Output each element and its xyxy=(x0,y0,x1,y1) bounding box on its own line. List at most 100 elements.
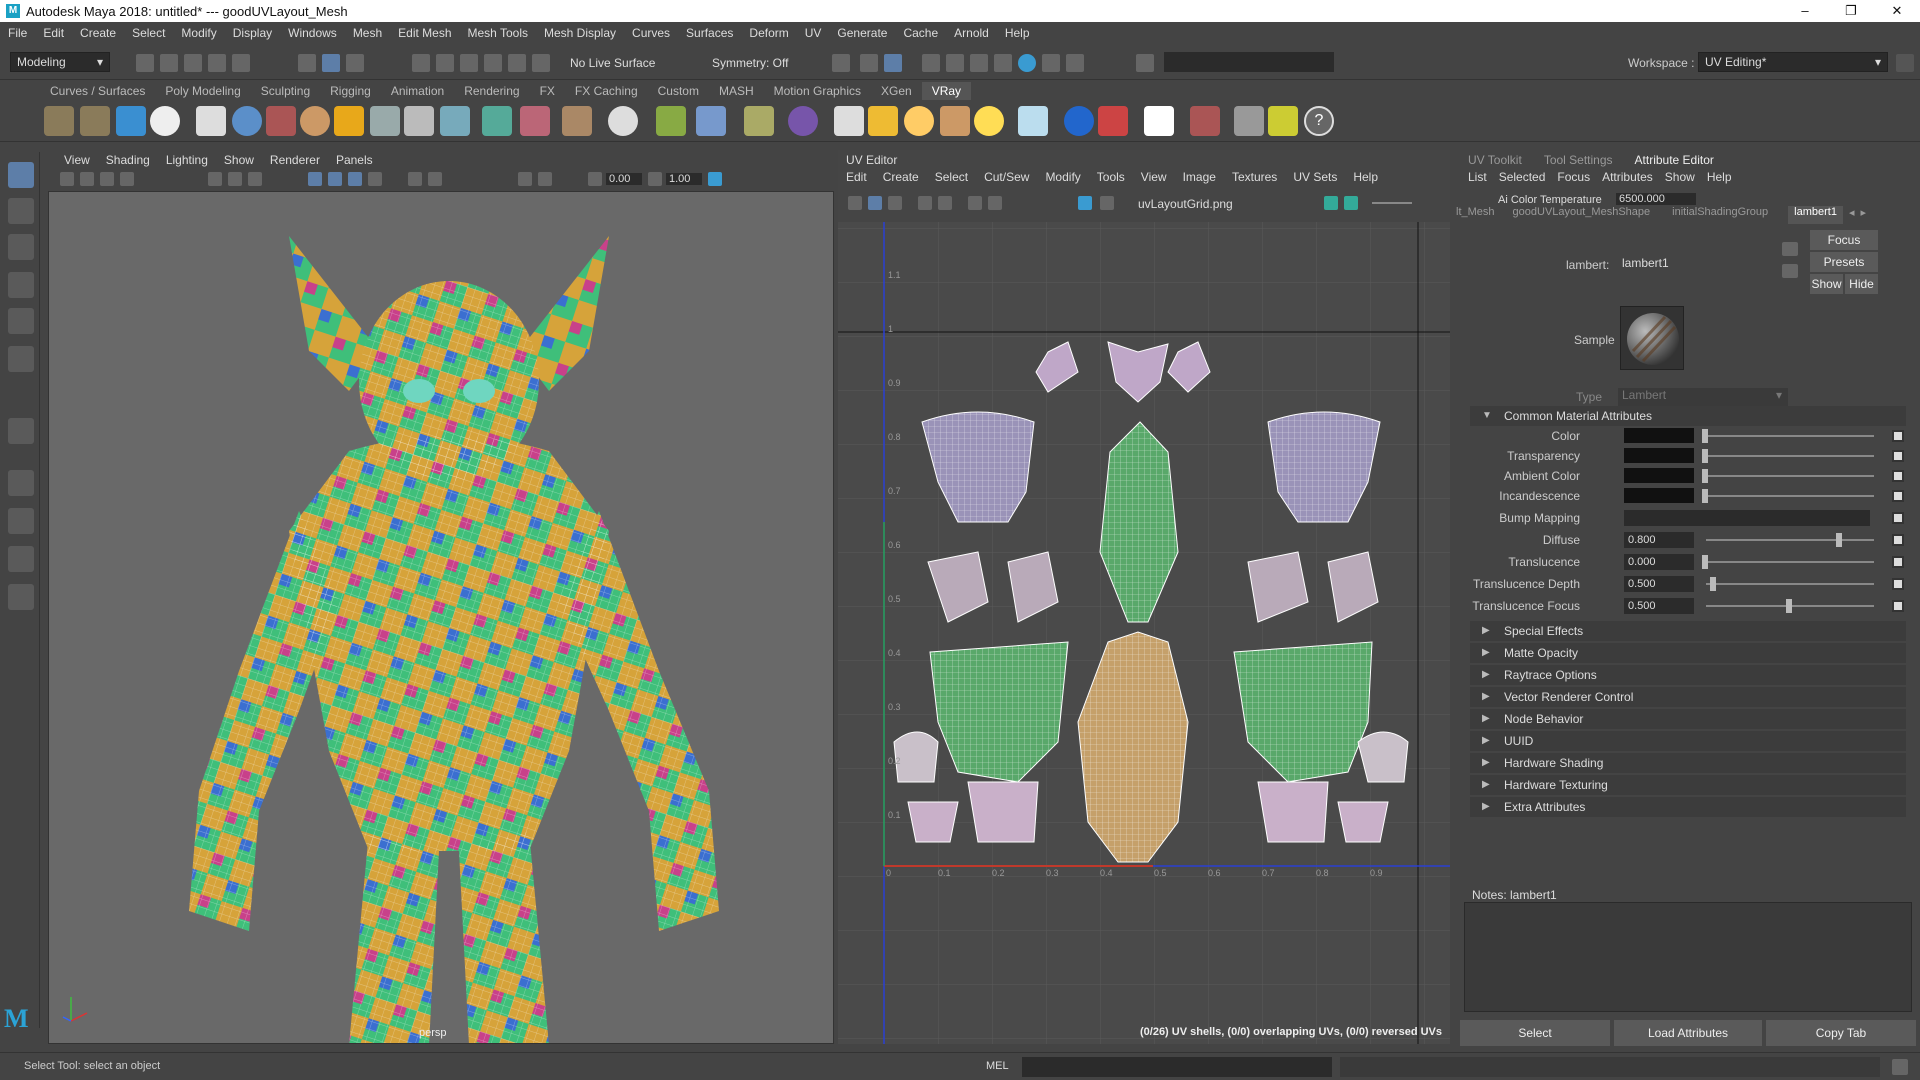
snap-curve-icon[interactable] xyxy=(436,54,454,72)
menu-file[interactable]: File xyxy=(0,26,35,40)
open-scene-icon[interactable] xyxy=(160,54,178,72)
menu-surfaces[interactable]: Surfaces xyxy=(678,26,741,40)
map-button-icon[interactable] xyxy=(1892,512,1904,524)
snap-grid-icon[interactable] xyxy=(412,54,430,72)
script-editor-icon[interactable] xyxy=(1892,1059,1908,1075)
vray-rect-light-icon[interactable] xyxy=(1018,106,1048,136)
vray-frame-buffer-icon[interactable] xyxy=(196,106,226,136)
uv-menu-edit[interactable]: Edit xyxy=(846,170,875,190)
node-tab-shading-group[interactable]: initialShadingGroup xyxy=(1672,206,1788,224)
menu-deform[interactable]: Deform xyxy=(741,26,796,40)
uv-exposure-icon[interactable] xyxy=(1324,196,1338,210)
lasso-tool-icon[interactable] xyxy=(8,198,34,224)
vray-env-icon[interactable] xyxy=(1064,106,1094,136)
vray-mesh-light-icon[interactable] xyxy=(440,106,470,136)
uv-dim-slider[interactable] xyxy=(1372,202,1412,204)
vray-blend-icon[interactable] xyxy=(116,106,146,136)
color-swatch[interactable] xyxy=(1624,448,1694,463)
mel-label[interactable]: MEL xyxy=(986,1060,1009,1072)
vray-bake-icon[interactable] xyxy=(562,106,592,136)
vray-globe-icon[interactable] xyxy=(608,106,638,136)
attr-menu-focus[interactable]: Focus xyxy=(1557,170,1602,184)
snap-center-icon[interactable] xyxy=(532,54,550,72)
close-button[interactable]: ✕ xyxy=(1874,0,1920,22)
attr-value-field[interactable]: 0.500 xyxy=(1624,576,1694,592)
perspective-viewport[interactable]: persp xyxy=(48,150,834,1044)
hypershade-icon[interactable] xyxy=(970,54,988,72)
vray-sun-icon[interactable] xyxy=(974,106,1004,136)
uv-texture-name[interactable]: uvLayoutGrid.png xyxy=(1138,197,1233,211)
menu-mesh-display[interactable]: Mesh Display xyxy=(536,26,624,40)
camera-attr-icon[interactable] xyxy=(80,172,94,186)
focus-button[interactable]: Focus xyxy=(1810,230,1878,250)
menu-mesh[interactable]: Mesh xyxy=(345,26,390,40)
maximize-button[interactable]: ❐ xyxy=(1828,0,1874,22)
last-tool-icon[interactable] xyxy=(8,418,34,444)
color-swatch[interactable] xyxy=(1624,488,1694,503)
new-scene-icon[interactable] xyxy=(136,54,154,72)
render-current-icon[interactable] xyxy=(884,54,902,72)
vray-sphere-icon[interactable] xyxy=(232,106,262,136)
vray-mtl-icon[interactable] xyxy=(300,106,330,136)
uv-menu-cut-sew[interactable]: Cut/Sew xyxy=(976,170,1037,190)
wireframe-icon[interactable] xyxy=(308,172,322,186)
undo-icon[interactable] xyxy=(208,54,226,72)
render-settings-icon[interactable] xyxy=(946,54,964,72)
bump-map-field[interactable] xyxy=(1624,510,1870,526)
help-icon[interactable]: ? xyxy=(1304,106,1334,136)
slider-knob[interactable] xyxy=(1786,599,1792,613)
section-hardware-shading[interactable]: ▶ Hardware Shading xyxy=(1470,753,1906,773)
image-plane-icon[interactable] xyxy=(120,172,134,186)
uv-gamma-icon[interactable] xyxy=(1344,196,1358,210)
map-button-icon[interactable] xyxy=(1892,600,1904,612)
scale-tool-icon[interactable] xyxy=(8,346,34,372)
vray-snowflake-icon[interactable] xyxy=(696,106,726,136)
uv-snap-icon[interactable] xyxy=(968,196,982,210)
shelf-tab-sculpting[interactable]: Sculpting xyxy=(251,82,320,100)
section-node-behavior[interactable]: ▶ Node Behavior xyxy=(1470,709,1906,729)
vray-fur-icon[interactable] xyxy=(266,106,296,136)
type-dropdown[interactable]: Lambert xyxy=(1618,388,1788,406)
attr-slider[interactable] xyxy=(1706,435,1874,437)
gamma-field[interactable]: 1.00 xyxy=(666,173,702,185)
save-scene-icon[interactable] xyxy=(184,54,202,72)
vray-render-icon[interactable] xyxy=(1190,106,1220,136)
vray-grass-icon[interactable] xyxy=(656,106,686,136)
light-editor-icon[interactable] xyxy=(1018,54,1036,72)
notes-field[interactable] xyxy=(1464,902,1912,1012)
isolate-icon[interactable] xyxy=(518,172,532,186)
layout-four-icon[interactable] xyxy=(8,508,34,534)
symmetry-selector[interactable]: Symmetry: Off xyxy=(712,56,788,70)
attr-menu-help[interactable]: Help xyxy=(1707,170,1732,184)
menu-edit-mesh[interactable]: Edit Mesh xyxy=(390,26,459,40)
uv-menu-image[interactable]: Image xyxy=(1175,170,1224,190)
mode-selector[interactable]: Modeling ▾ xyxy=(10,52,110,72)
viewport-menu-lighting[interactable]: Lighting xyxy=(158,153,216,167)
vray-light-plane-icon[interactable] xyxy=(834,106,864,136)
node-tab-mesh[interactable]: lt_Mesh xyxy=(1456,206,1513,224)
shadows-icon[interactable] xyxy=(408,172,422,186)
menu-mesh-tools[interactable]: Mesh Tools xyxy=(460,26,536,40)
attr-menu-list[interactable]: List xyxy=(1468,170,1499,184)
ipr-render-icon[interactable] xyxy=(922,54,940,72)
show-button[interactable]: Show xyxy=(1810,274,1843,294)
tab-tool-settings[interactable]: Tool Settings xyxy=(1544,153,1635,167)
viewport-menu-show[interactable]: Show xyxy=(216,153,262,167)
uv-shaded-icon[interactable] xyxy=(868,196,882,210)
menu-select[interactable]: Select xyxy=(124,26,173,40)
map-button-icon[interactable] xyxy=(1892,534,1904,546)
section-special-effects[interactable]: ▶ Special Effects xyxy=(1470,621,1906,641)
grid-icon[interactable] xyxy=(208,172,222,186)
vray-fire-icon[interactable] xyxy=(334,106,364,136)
resolution-gate-icon[interactable] xyxy=(248,172,262,186)
vray-plane-icon[interactable] xyxy=(370,106,400,136)
vray-proxy-icon[interactable] xyxy=(404,106,434,136)
exposure-field[interactable]: 0.00 xyxy=(606,173,642,185)
shelf-tab-custom[interactable]: Custom xyxy=(648,82,709,100)
section-extra-attributes[interactable]: ▶ Extra Attributes xyxy=(1470,797,1906,817)
hide-button[interactable]: Hide xyxy=(1845,274,1878,294)
uv-menu-uv-sets[interactable]: UV Sets xyxy=(1285,170,1345,190)
textured-icon[interactable] xyxy=(348,172,362,186)
shelf-tab-vray[interactable]: VRay xyxy=(921,82,972,100)
snap-surface-icon[interactable] xyxy=(508,54,526,72)
